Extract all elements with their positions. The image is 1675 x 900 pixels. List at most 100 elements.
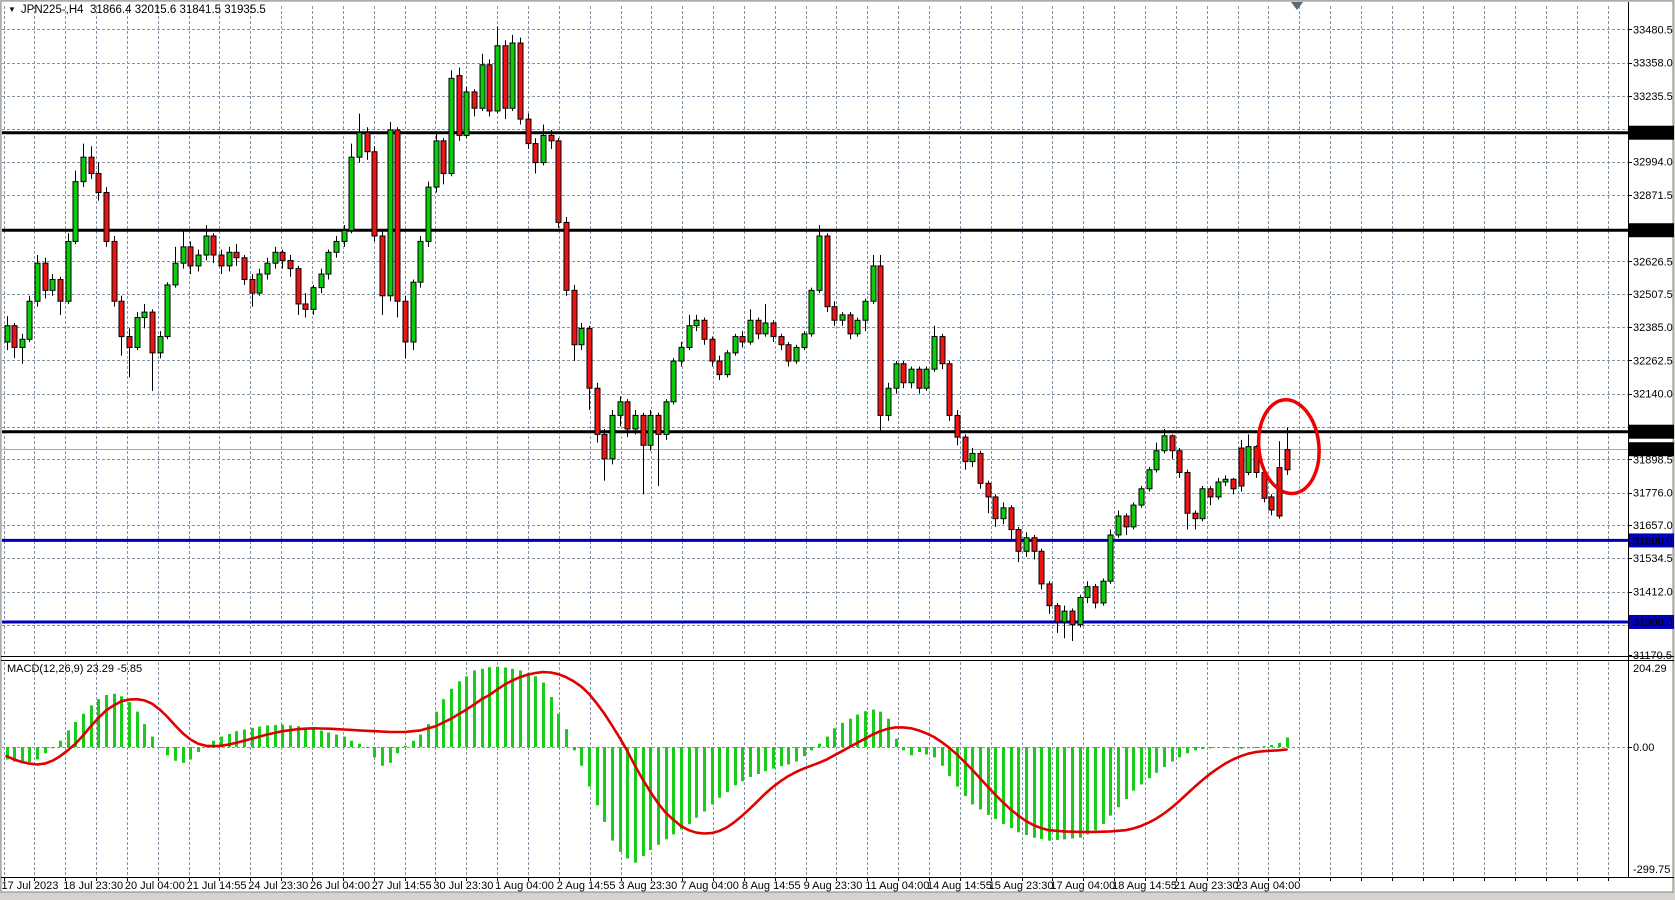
candle-bear <box>1070 611 1075 625</box>
macd-histogram-bar <box>542 683 545 747</box>
macd-histogram-bar <box>649 747 652 850</box>
macd-histogram-bar <box>1186 747 1189 753</box>
candle-bull <box>273 252 278 263</box>
level-price-label: 31300.0 <box>1633 617 1673 629</box>
macd-histogram-bar <box>550 697 553 747</box>
macd-histogram-bar <box>895 739 898 747</box>
macd-histogram-bar <box>21 747 24 763</box>
macd-histogram-bar <box>887 719 890 747</box>
macd-indicator-label[interactable]: MACD(12,26,9) 23.29 -5.85 <box>7 663 142 675</box>
candle-bear <box>395 130 400 301</box>
macd-histogram-bar <box>105 695 108 747</box>
macd-histogram-bar <box>971 747 974 804</box>
candle-bear <box>625 402 630 429</box>
candle-bear <box>188 247 193 266</box>
macd-histogram-bar <box>82 714 85 747</box>
candle-bull <box>1154 451 1159 470</box>
macd-histogram-bar <box>557 714 560 747</box>
macd-histogram-bar <box>281 725 284 747</box>
macd-histogram-bar <box>166 747 169 755</box>
candle-bear <box>1039 551 1044 584</box>
candle-bear <box>380 236 385 296</box>
macd-histogram-bar <box>910 747 913 755</box>
macd-histogram-bar <box>343 737 346 747</box>
macd-histogram-bar <box>151 737 154 747</box>
candle-bull <box>1246 447 1251 473</box>
price-tick-label: 31412.0 <box>1633 587 1673 599</box>
macd-histogram-bar <box>435 712 438 747</box>
candle-bear <box>702 320 707 339</box>
macd-histogram-bar <box>1155 747 1158 773</box>
chart-dropdown-icon[interactable]: ▼ <box>8 6 16 14</box>
candle-bear <box>242 258 247 280</box>
candle-bear <box>1193 513 1198 518</box>
candle-bull <box>135 318 140 348</box>
macd-histogram-bar <box>1002 747 1005 824</box>
macd-histogram-bar <box>780 747 783 766</box>
candle-bull <box>434 141 439 187</box>
candle-bear <box>365 133 370 152</box>
macd-histogram-bar <box>159 747 162 748</box>
candle-bear <box>303 304 308 309</box>
macd-histogram-bar <box>879 712 882 747</box>
price-tick-label: 32140.0 <box>1633 389 1673 401</box>
candle-bear <box>1032 538 1037 552</box>
candle-bull <box>165 285 170 337</box>
candle-bear <box>963 437 968 461</box>
candle-bull <box>1078 598 1083 625</box>
candle-bear <box>1208 489 1213 497</box>
candle-bull <box>66 241 71 301</box>
macd-histogram-bar <box>481 669 484 747</box>
macd-histogram-bar <box>864 711 867 747</box>
candle-bear <box>518 43 523 119</box>
candle-bear <box>710 339 715 361</box>
macd-histogram-bar <box>680 747 683 829</box>
macd-histogram-bar <box>373 747 376 757</box>
macd-histogram-bar <box>603 747 606 822</box>
candle-bull <box>495 46 500 111</box>
candle-bear <box>96 173 101 192</box>
candle-bull <box>319 274 324 288</box>
macd-histogram-bar <box>1201 747 1204 749</box>
time-tick-label: 1 Aug 04:00 <box>495 880 554 892</box>
macd-histogram-bar <box>289 725 292 747</box>
candle-bull <box>725 353 730 375</box>
symbol-ohlc-header[interactable]: ▼ JPN225-,H4 31866.4 32015.6 31841.5 319… <box>8 4 266 16</box>
candle-bear <box>832 307 837 321</box>
time-tick-label: 2 Aug 14:55 <box>557 880 616 892</box>
macd-histogram-bar <box>1140 747 1143 784</box>
macd-histogram-bar <box>1071 747 1074 839</box>
macd-histogram-bar <box>826 737 829 747</box>
chart-canvas[interactable]: 33480.533358.033235.532994.032871.532626… <box>0 0 1675 900</box>
candle-bull <box>449 78 454 173</box>
macd-histogram-bar <box>626 747 629 858</box>
macd-histogram-bar <box>496 667 499 747</box>
candle-bull <box>50 279 55 290</box>
candle-bull <box>840 315 845 320</box>
macd-histogram-bar <box>243 730 246 747</box>
candle-bull <box>694 320 699 325</box>
time-tick-label: 17 Jul 2023 <box>2 880 59 892</box>
candle-bear <box>564 222 569 290</box>
candle-bear <box>487 65 492 111</box>
macd-histogram-bar <box>28 747 31 762</box>
candle-bear <box>756 320 761 334</box>
macd-histogram-bar <box>534 676 537 747</box>
candle-bull <box>541 135 546 162</box>
candle-bear <box>901 364 906 383</box>
price-tick-label: 33480.5 <box>1633 24 1673 36</box>
candle-bear <box>986 483 991 497</box>
macd-histogram-bar <box>695 747 698 818</box>
candle-bull <box>426 187 431 241</box>
candle-bull <box>610 415 615 458</box>
bid-price-label: 31935.5 <box>1633 444 1673 456</box>
macd-histogram-bar <box>473 670 476 747</box>
macd-histogram-bar <box>588 747 591 787</box>
macd-histogram-bar <box>810 747 813 750</box>
macd-histogram-bar <box>136 712 139 747</box>
macd-histogram-bar <box>741 747 744 781</box>
macd-histogram-bar <box>772 747 775 769</box>
candle-bear <box>1093 587 1098 603</box>
macd-histogram-bar <box>1194 747 1197 750</box>
macd-histogram-bar <box>994 747 997 819</box>
